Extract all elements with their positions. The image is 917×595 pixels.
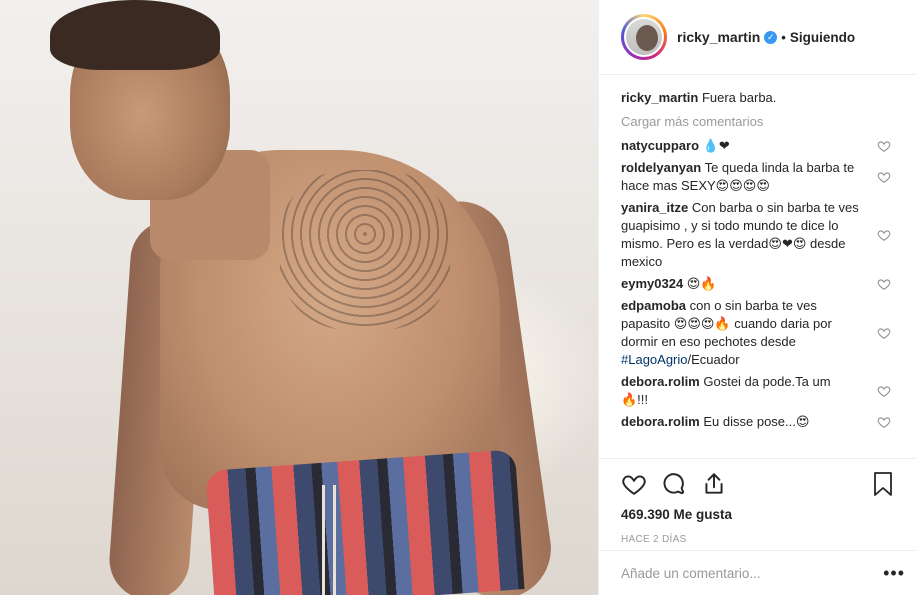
share-icon[interactable] <box>701 471 727 497</box>
post-actions: 469.390 Me gusta HACE 2 DÍAS <box>599 458 917 545</box>
comment-text: Eu disse pose...😍 <box>703 414 810 429</box>
comment-username[interactable]: natycupparo <box>621 138 699 153</box>
comment-bubble-icon[interactable] <box>661 471 687 497</box>
heart-outline-icon[interactable] <box>877 228 891 242</box>
heart-outline-icon[interactable] <box>877 139 891 153</box>
comment-item: roldelyanyan Te queda linda la barba te … <box>621 159 895 195</box>
comment-text: 😍🔥 <box>686 276 717 291</box>
avatar[interactable] <box>621 14 667 60</box>
comment-item: debora.rolim Gostei da pode.Ta um 🔥!!! <box>621 373 895 409</box>
post-header: ricky_martin ✓ • Siguiendo <box>599 0 917 75</box>
post-timestamp: HACE 2 DÍAS <box>621 534 687 545</box>
heart-outline-icon[interactable] <box>877 415 891 429</box>
comment-item: yanira_itze Con barba o sin barba te ves… <box>621 199 895 271</box>
comment-text: /Ecuador <box>687 352 740 367</box>
more-options-icon[interactable]: ••• <box>883 563 905 584</box>
comment-item: natycupparo 💧❤ <box>621 137 895 155</box>
comment-username[interactable]: debora.rolim <box>621 374 700 389</box>
verified-badge-icon: ✓ <box>764 30 778 44</box>
comment-username[interactable]: debora.rolim <box>621 414 700 429</box>
likes-count[interactable]: 469.390 Me gusta <box>621 507 895 522</box>
comment-username[interactable]: yanira_itze <box>621 200 688 215</box>
comment-text: 💧❤ <box>702 138 730 153</box>
post-photo[interactable] <box>0 0 598 595</box>
caption-text: Fuera barba. <box>701 90 777 105</box>
caption-username[interactable]: ricky_martin <box>621 90 698 105</box>
heart-outline-icon[interactable] <box>877 170 891 184</box>
comment-username[interactable]: edpamoba <box>621 298 686 313</box>
header-separator: • <box>781 29 786 45</box>
load-more-comments-button[interactable]: Cargar más comentarios <box>621 114 895 129</box>
heart-outline-icon[interactable] <box>877 384 891 398</box>
comment-item: edpamoba con o sin barba te ves papasito… <box>621 297 895 369</box>
comment-item: eymy0324 😍🔥 <box>621 275 895 293</box>
comment-input[interactable] <box>621 565 884 581</box>
heart-icon[interactable] <box>621 471 647 497</box>
post-caption: ricky_martin Fuera barba. <box>621 89 895 107</box>
bookmark-icon[interactable] <box>871 471 895 497</box>
follow-button[interactable]: Siguiendo <box>790 30 855 45</box>
heart-outline-icon[interactable] <box>877 277 891 291</box>
add-comment-bar: ••• <box>599 550 917 595</box>
hashtag-link[interactable]: #LagoAgrio <box>621 352 688 367</box>
comments-list: ricky_martin Fuera barba. Cargar más com… <box>599 75 917 455</box>
comment-username[interactable]: eymy0324 <box>621 276 683 291</box>
instagram-post: ricky_martin ✓ • Siguiendo ricky_martin … <box>0 0 917 595</box>
post-sidebar: ricky_martin ✓ • Siguiendo ricky_martin … <box>598 0 917 595</box>
heart-outline-icon[interactable] <box>877 326 891 340</box>
comment-item: debora.rolim Eu disse pose...😍 <box>621 413 895 431</box>
comment-username[interactable]: roldelyanyan <box>621 160 701 175</box>
header-username[interactable]: ricky_martin <box>677 29 760 45</box>
